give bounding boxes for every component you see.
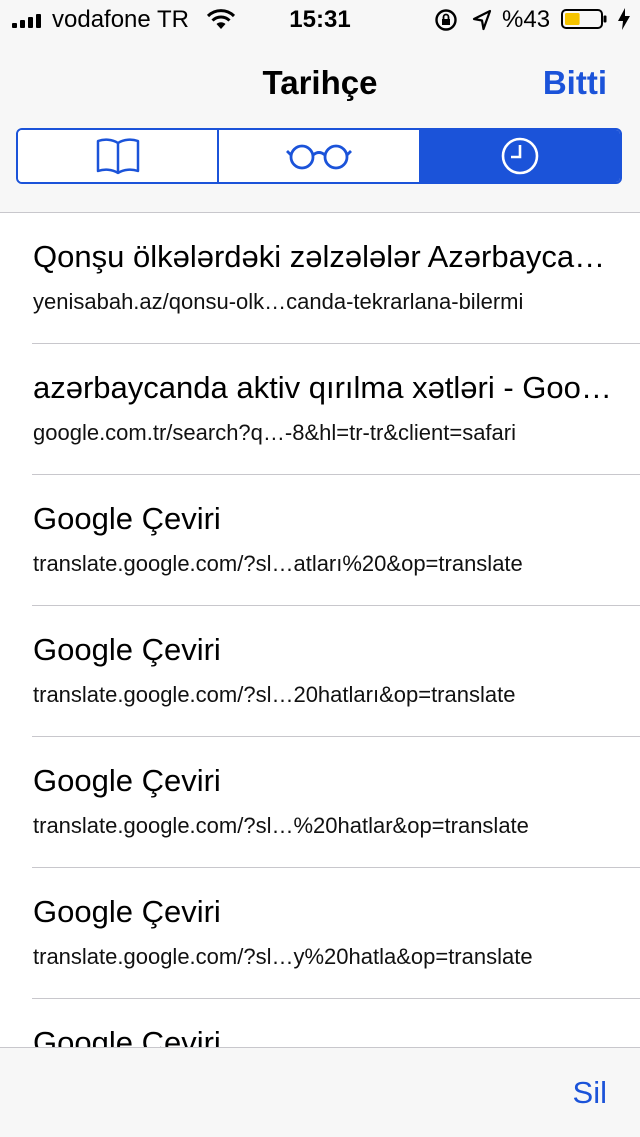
history-title: Google Çeviri [33, 763, 221, 798]
bookmarks-segmented-control [16, 128, 622, 184]
history-row[interactable]: Qonşu ölkələrdəki zəlzələlər Azərbaycand… [32, 213, 640, 344]
location-icon [472, 9, 492, 31]
history-title: Google Çeviri [33, 501, 221, 536]
history-row[interactable]: azərbaycanda aktiv qırılma xətləri - Goo… [32, 344, 640, 475]
clock-icon [502, 137, 539, 175]
status-bar: vodafone TR 15:31 %43 [0, 0, 640, 40]
glasses-icon [285, 144, 352, 170]
battery-percent: %43 [502, 6, 551, 33]
navigation-bar: Tarihçe Bitti [0, 40, 640, 213]
history-url: translate.google.com/?sl…y%20hatla&op=tr… [33, 944, 533, 969]
tab-history[interactable] [418, 130, 620, 182]
tab-bookmarks[interactable] [18, 130, 218, 182]
book-icon [96, 138, 139, 175]
history-row[interactable]: Google Çeviri [32, 999, 640, 1047]
rotation-lock-icon [435, 9, 457, 31]
history-url: yenisabah.az/qonsu-olk…canda-tekrarlana-… [33, 289, 524, 314]
history-row[interactable]: Google Çeviri translate.google.com/?sl…2… [32, 606, 640, 737]
history-row[interactable]: Google Çeviri translate.google.com/?sl…y… [32, 868, 640, 999]
history-url: google.com.tr/search?q…-8&hl=tr-tr&clien… [33, 420, 516, 445]
history-row[interactable]: Google Çeviri translate.google.com/?sl…a… [32, 475, 640, 606]
history-url: translate.google.com/?sl…20hatları&op=tr… [33, 682, 516, 707]
done-button[interactable]: Bitti [543, 64, 607, 102]
clear-history-button[interactable]: Sil [573, 1075, 607, 1111]
history-title: Qonşu ölkələrdəki zəlzələlər Azərbaycand… [33, 239, 613, 274]
charging-bolt-icon [618, 8, 630, 30]
history-title: Google Çeviri [33, 1025, 221, 1047]
tab-reading-list[interactable] [217, 130, 419, 182]
history-url: translate.google.com/?sl…%20hatlar&op=tr… [33, 813, 529, 838]
history-row[interactable]: Google Çeviri translate.google.com/?sl…%… [32, 737, 640, 868]
history-title: Google Çeviri [33, 632, 221, 667]
bottom-toolbar: Sil [0, 1047, 640, 1137]
battery-icon [561, 9, 607, 29]
history-list: Qonşu ölkələrdəki zəlzələlər Azərbaycand… [0, 213, 640, 1047]
history-title: Google Çeviri [33, 894, 221, 929]
history-url: translate.google.com/?sl…atları%20&op=tr… [33, 551, 523, 576]
history-title: azərbaycanda aktiv qırılma xətləri - Goo… [33, 370, 613, 405]
